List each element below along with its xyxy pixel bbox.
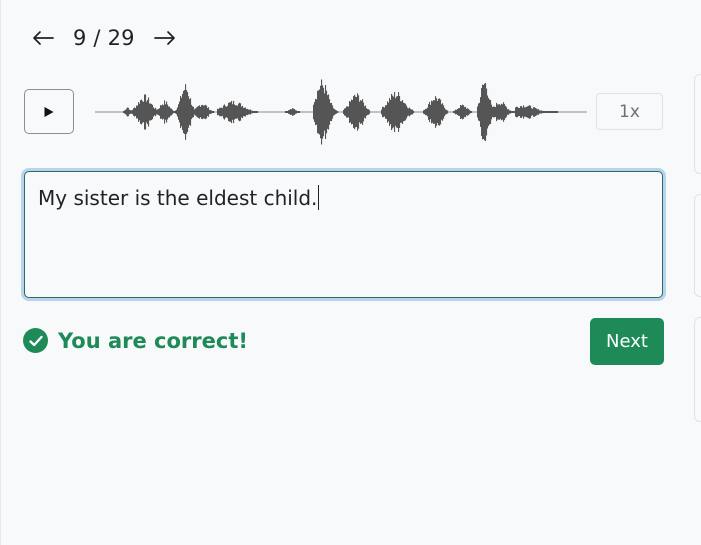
exercise-panel: 9 / 29 1x My sister is the eldest child.… xyxy=(0,0,701,545)
answer-field-focus-ring: My sister is the eldest child. xyxy=(21,168,666,301)
arrow-right-icon[interactable] xyxy=(151,24,179,52)
result-message: You are correct! xyxy=(58,328,248,353)
answer-input[interactable]: My sister is the eldest child. xyxy=(24,171,663,298)
exercise-counter: 9 / 29 xyxy=(73,26,135,50)
playback-speed-button[interactable]: 1x xyxy=(596,93,663,130)
side-card[interactable] xyxy=(694,74,701,174)
check-circle-icon xyxy=(23,328,48,353)
result-feedback: You are correct! xyxy=(23,328,248,353)
next-button[interactable]: Next xyxy=(590,318,664,365)
audio-waveform[interactable] xyxy=(95,72,587,152)
play-button[interactable] xyxy=(24,89,74,134)
arrow-left-icon[interactable] xyxy=(29,24,57,52)
answer-text: My sister is the eldest child. xyxy=(38,186,318,210)
side-card[interactable] xyxy=(694,194,701,297)
exercise-navigation: 9 / 29 xyxy=(29,22,179,54)
text-caret xyxy=(318,185,320,210)
side-card[interactable] xyxy=(694,317,701,422)
play-icon xyxy=(44,106,54,117)
